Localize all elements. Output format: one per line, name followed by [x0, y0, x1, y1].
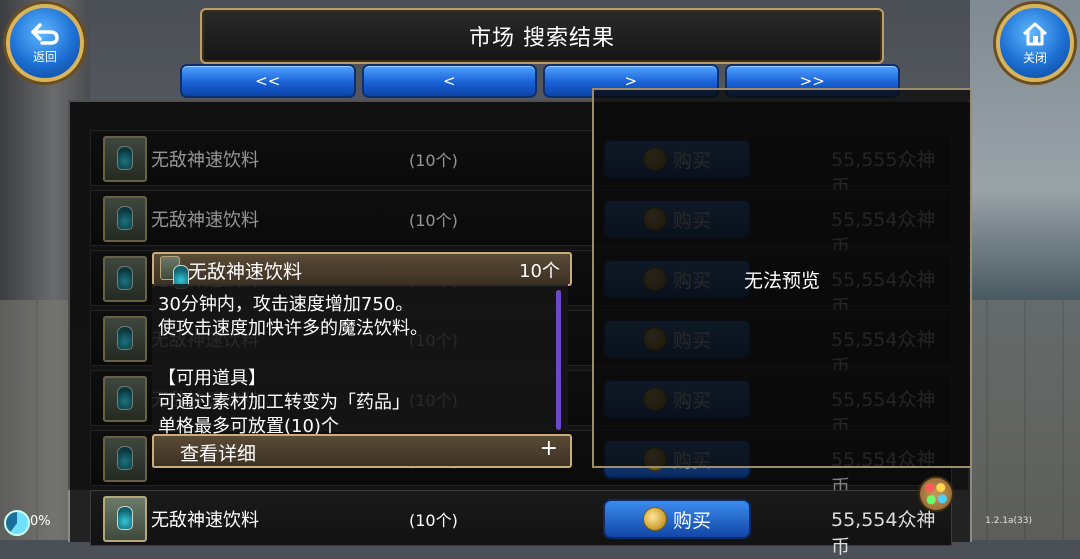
first-page-button[interactable]: <<	[180, 64, 356, 98]
tooltip-item-qty: 10个	[519, 261, 560, 282]
buy-button[interactable]: 购买	[603, 499, 751, 539]
loading-icon	[4, 510, 30, 536]
page-title-bar: 市场 搜索结果	[200, 8, 884, 64]
tooltip-line: 可通过素材加工转变为「药品」	[158, 392, 410, 413]
tooltip-line: 【可用道具】	[158, 368, 266, 389]
back-button-label: 返回	[32, 49, 57, 64]
tooltip-description[interactable]: 30分钟内，攻击速度增加750。 使攻击速度加快许多的魔法饮料。 【可用道具】 …	[152, 284, 568, 437]
close-button[interactable]: 关闭	[996, 4, 1074, 82]
tooltip-line: 30分钟内，攻击速度增加750。	[158, 294, 414, 315]
version-label: 1.2.1a(33)	[985, 516, 1032, 526]
preview-panel: 无法预览	[592, 88, 972, 468]
palette-icon[interactable]	[918, 476, 954, 512]
back-button[interactable]: 返回	[6, 4, 84, 82]
buy-button-label: 购买	[672, 509, 711, 532]
item-price: 55,554众神币	[831, 509, 936, 558]
close-button-label: 关闭	[1022, 50, 1047, 65]
preview-message: 无法预览	[743, 270, 820, 292]
back-arrow-icon	[31, 22, 59, 45]
page-title: 市场 搜索结果	[469, 26, 615, 51]
tooltip-item-name: 无敌神速饮料	[188, 261, 303, 283]
loading-percent: 0%	[30, 514, 51, 529]
view-details-button[interactable]: 查看详细 +	[152, 434, 572, 468]
item-name: 无敌神速饮料	[151, 510, 259, 531]
home-icon	[1022, 22, 1048, 45]
potion-icon	[103, 496, 147, 542]
potion-icon	[160, 256, 189, 289]
prev-page-button[interactable]: <	[361, 64, 537, 98]
tooltip-scrollbar[interactable]	[556, 290, 561, 430]
item-qty: (10个)	[409, 511, 458, 530]
tooltip-header: 无敌神速饮料 10个	[152, 252, 572, 289]
tooltip-line: 使攻击速度加快许多的魔法饮料。	[158, 318, 428, 339]
view-details-label: 查看详细	[180, 443, 257, 465]
plus-icon: +	[539, 436, 558, 461]
list-item[interactable]: 无敌神速饮料 (10个) 购买 55,554众神币	[90, 490, 952, 558]
coin-icon	[642, 507, 667, 531]
